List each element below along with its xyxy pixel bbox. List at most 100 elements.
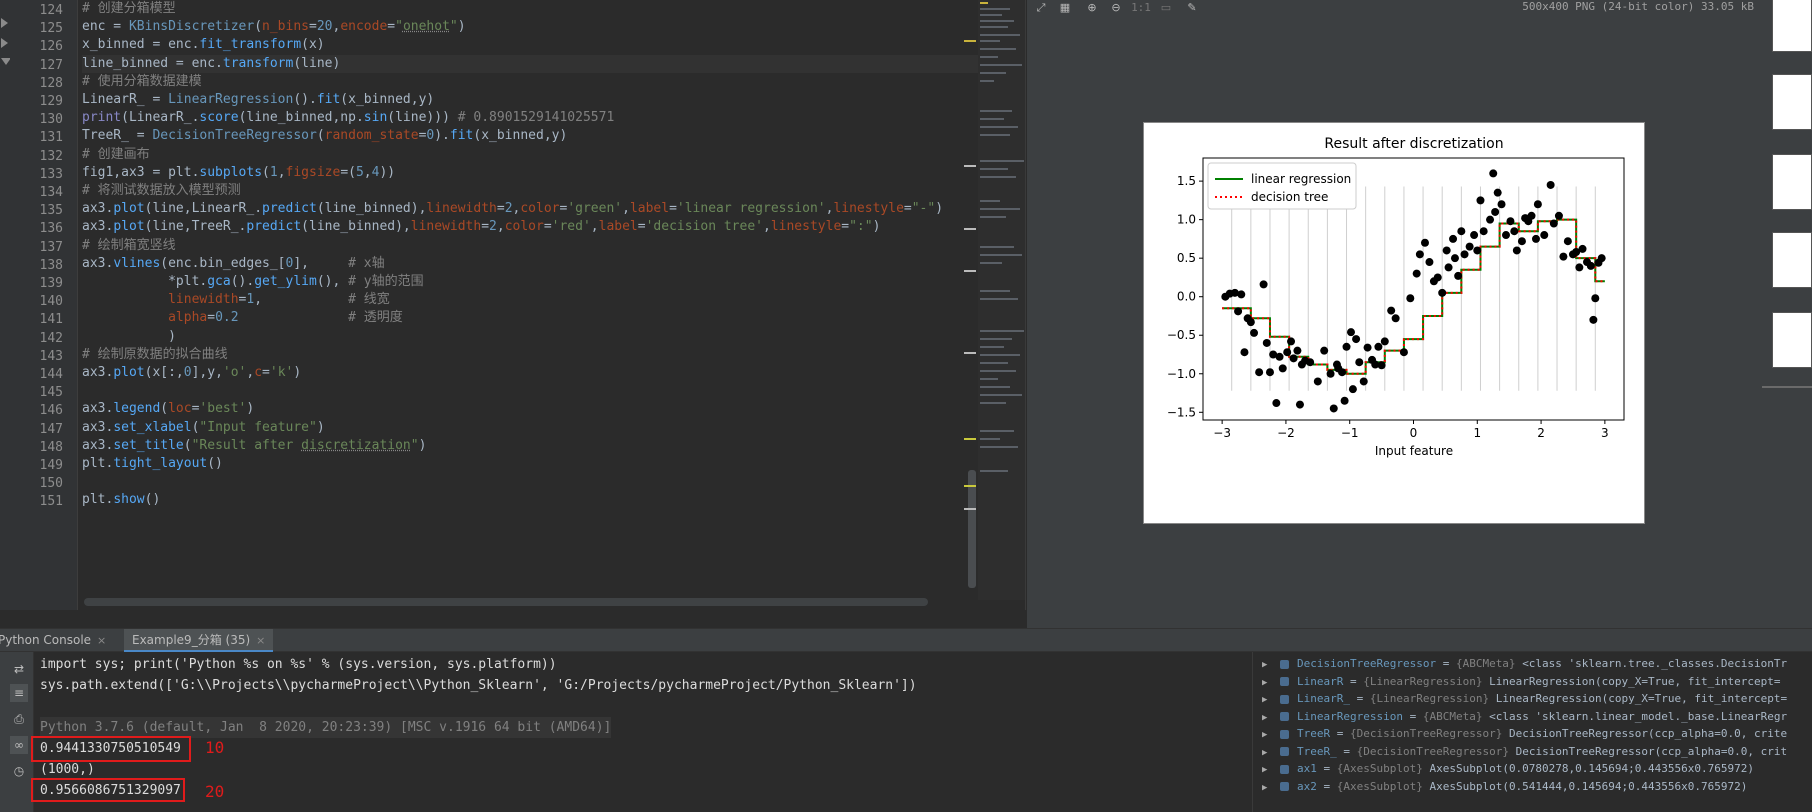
data-point (1295, 400, 1304, 409)
data-point (1433, 273, 1442, 282)
code-line[interactable]: # 绘制箱宽竖线 (82, 237, 982, 255)
code-line[interactable]: ax3.set_xlabel("Input feature") (82, 419, 982, 437)
data-point (1486, 215, 1495, 224)
console-output[interactable]: import sys; print('Python %s on %s' % (s… (31, 652, 1252, 812)
code-line[interactable]: LinearR_ = LinearRegression().fit(x_binn… (82, 91, 982, 109)
data-point (1259, 280, 1268, 289)
line-number: 142 (39, 330, 63, 346)
code-line[interactable]: ax3.legend(loc='best') (82, 400, 982, 418)
data-point (1265, 368, 1274, 377)
code-line[interactable]: # 将测试数据放入模型预测 (82, 182, 982, 200)
close-icon[interactable]: × (256, 634, 265, 647)
warning-marker[interactable] (964, 438, 976, 440)
zoom-out-icon[interactable]: ⊖ (1108, 0, 1124, 15)
data-point (1473, 246, 1482, 255)
variable-name: DecisionTreeRegressor (1297, 657, 1437, 670)
data-point (1559, 252, 1568, 261)
vertical-scrollbar[interactable] (968, 470, 976, 588)
code-line[interactable]: ax3.plot(line,LinearR_.predict(line_binn… (82, 200, 982, 218)
equals-sign: = (1336, 744, 1357, 758)
data-point (1546, 180, 1555, 189)
zoom-in-icon[interactable]: ⊕ (1084, 0, 1100, 15)
data-point (1240, 348, 1249, 357)
marker[interactable] (964, 165, 976, 167)
line-number-gutter: 124 125 126 127 128 129 130 131 132 133 134 135 136 1… (10, 0, 78, 610)
background-icon[interactable]: ▭ (1158, 0, 1174, 15)
code-line[interactable]: ax3.plot(x[:,0],y,'o',c='k') (82, 364, 982, 382)
marker[interactable] (964, 228, 976, 230)
data-point (1387, 306, 1396, 315)
tab-python-console[interactable]: Python Console × (0, 629, 114, 652)
code-line[interactable]: *plt.gca().get_ylim(), # y轴的范围 (82, 273, 982, 291)
code-editor[interactable]: 124 125 126 127 128 129 130 131 132 133 134 135 136 1… (0, 0, 1026, 610)
code-line[interactable]: ax3.set_title("Result after discretizati… (82, 437, 982, 455)
code-line[interactable]: print(LinearR_.score(line_binned,np.sin(… (82, 109, 982, 127)
horizontal-scrollbar[interactable] (84, 598, 928, 606)
code-line[interactable]: TreeR_ = DecisionTreeRegressor(random_st… (82, 127, 982, 145)
thumbnail[interactable] (1772, 0, 1812, 52)
marker[interactable] (964, 270, 976, 272)
code-line[interactable]: # 创建画布 (82, 146, 982, 164)
fit-icon[interactable]: ⤢ (1033, 0, 1049, 15)
expand-arrow-icon[interactable]: ▶ (1262, 778, 1278, 797)
color-picker-icon[interactable]: ✎ (1184, 0, 1200, 15)
chart-svg: −3 −2 −1 0 1 2 3 1.5 1.0 0.5 0.0 −0.5 −1.0 −1.5 Resu… (1167, 136, 1625, 458)
code-line[interactable]: plt.tight_layout() (82, 455, 982, 473)
soft-wrap-icon[interactable]: ≡ (10, 684, 28, 702)
code-line[interactable] (82, 382, 982, 400)
code-line[interactable]: fig1,ax3 = plt.subplots(1,figsize=(5,4)) (82, 164, 982, 182)
thumbnail[interactable] (1772, 312, 1812, 368)
code-line[interactable]: # 使用分箱数据建模 (82, 73, 982, 91)
rerun-icon[interactable]: ⇄ (10, 660, 28, 678)
code-line[interactable]: linewidth=1, # 线宽 (82, 291, 982, 309)
history-icon[interactable]: ◷ (10, 762, 28, 780)
x-tick-label: 1 (1473, 426, 1481, 440)
marker[interactable] (964, 508, 976, 510)
fold-arrow-icon[interactable] (1, 38, 8, 48)
data-point (1493, 188, 1502, 197)
close-icon[interactable]: × (97, 634, 106, 647)
code-line[interactable]: x_binned = enc.fit_transform(x) (82, 36, 982, 54)
tab-example9[interactable]: Example9_分箱 (35) × (124, 629, 274, 652)
warning-marker[interactable] (964, 40, 976, 42)
actual-size-icon[interactable]: 1:1 (1131, 0, 1151, 15)
data-point (1272, 399, 1281, 408)
line-number: 145 (39, 385, 63, 401)
print-icon[interactable]: ⎙ (10, 710, 28, 728)
variable-icon (1280, 782, 1289, 791)
code-line[interactable]: line_binned = enc.transform(line) (82, 54, 982, 73)
x-tick-label: −1 (1341, 426, 1359, 440)
variable-type: {DecisionTreeRegressor} (1356, 744, 1516, 758)
fold-arrow-icon[interactable] (1, 18, 8, 28)
warning-marker[interactable] (964, 485, 976, 487)
code-line[interactable]: ax3.plot(line,TreeR_.predict(line_binned… (82, 218, 982, 236)
grid-icon[interactable]: ▦ (1057, 0, 1073, 15)
data-point (1326, 369, 1335, 378)
code-line[interactable]: plt.show() (82, 491, 982, 509)
variable-type: {ABCMeta} (1422, 709, 1490, 723)
data-point (1340, 396, 1349, 405)
code-line[interactable]: enc = KBinsDiscretizer(n_bins=20,encode=… (82, 18, 982, 36)
code-minimap[interactable] (978, 0, 1025, 600)
thumbnail[interactable] (1772, 232, 1812, 288)
line-number: 149 (39, 458, 63, 473)
marker[interactable] (964, 352, 976, 354)
code-line[interactable]: # 创建分箱模型 (82, 0, 982, 18)
variable-name: LinearRegression (1297, 709, 1403, 723)
image-info: 500x400 PNG (24-bit color) 33.05 kB (1522, 0, 1754, 13)
code-line[interactable] (82, 473, 982, 491)
console-line: import sys; print('Python %s on %s' % (s… (40, 657, 557, 672)
show-variables-icon[interactable]: ∞ (10, 736, 28, 754)
code-line[interactable]: # 绘制原数据的拟合曲线 (82, 346, 982, 364)
x-tick-label: −3 (1213, 426, 1231, 440)
code-line[interactable]: ) (82, 328, 982, 346)
code-line[interactable]: alpha=0.2 # 透明度 (82, 309, 982, 327)
code-line[interactable]: ax3.vlines(enc.bin_edges_[0], # x轴 (82, 255, 982, 273)
data-point (1517, 237, 1526, 246)
variable-row[interactable]: ▶ ax2 = {AxesSubplot} AxesSubplot(0.54144… (1253, 777, 1812, 797)
thumbnail[interactable] (1772, 154, 1812, 210)
code-area[interactable]: # 创建分箱模型 enc = KBinsDiscretizer(n_bins=20… (82, 0, 982, 600)
thumbnail[interactable] (1772, 74, 1812, 130)
data-point (1338, 368, 1347, 377)
variable-type: {ABCMeta} (1455, 657, 1523, 670)
